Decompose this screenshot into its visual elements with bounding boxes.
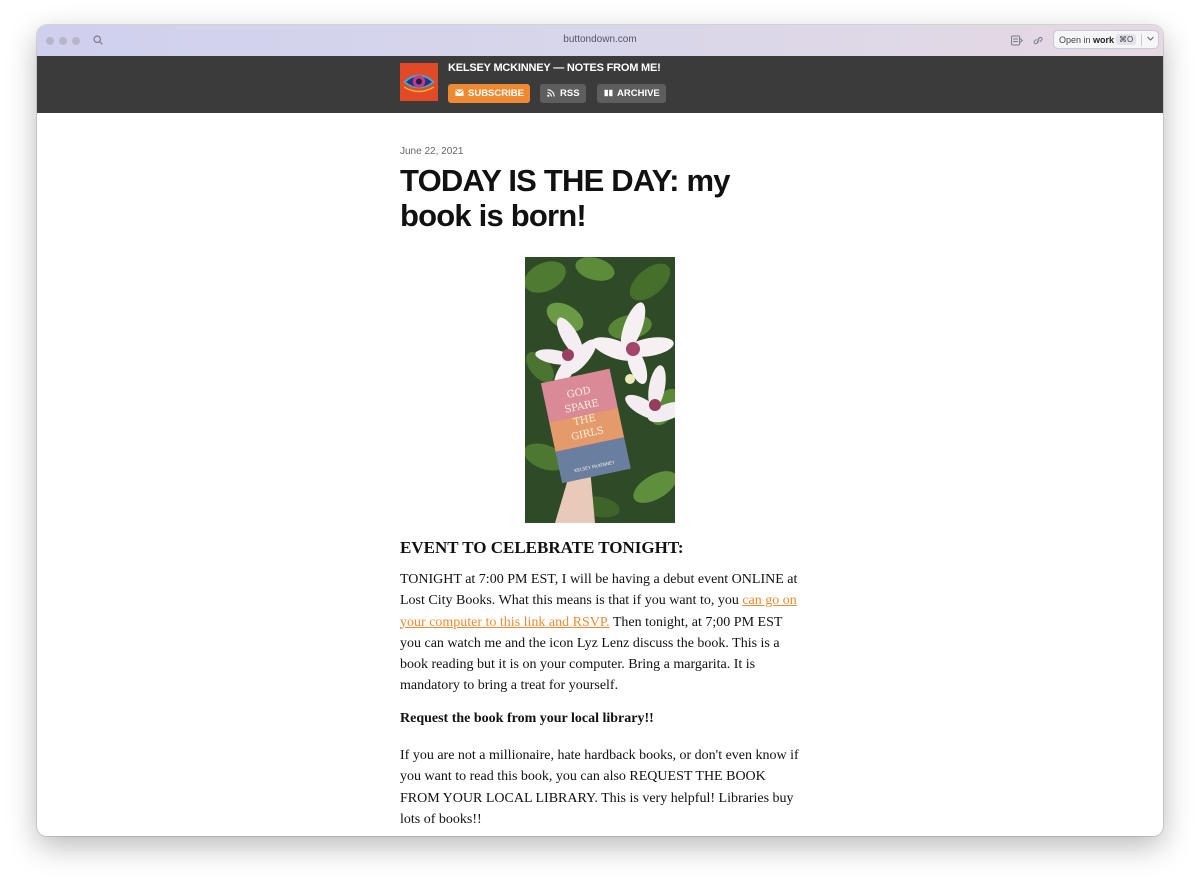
- browser-toolbar: buttondown.com Open in work ⌘O: [37, 25, 1163, 57]
- event-paragraph: TONIGHT at 7:00 PM EST, I will be having…: [400, 572, 798, 694]
- address-bar[interactable]: buttondown.com: [37, 34, 1163, 45]
- event-heading: EVENT TO CELEBRATE TONIGHT:: [400, 538, 684, 557]
- subscribe-label: SUBSCRIBE: [468, 88, 524, 99]
- site-title[interactable]: KELSEY MCKINNEY — NOTES FROM ME!: [448, 62, 661, 74]
- archive-button[interactable]: ARCHIVE: [597, 84, 666, 103]
- open-in-workspace-button[interactable]: Open in work ⌘O: [1053, 30, 1159, 49]
- copy-link-icon[interactable]: [1032, 35, 1044, 46]
- archive-label: ARCHIVE: [617, 88, 660, 99]
- rss-icon: [547, 89, 555, 97]
- post-title: TODAY IS THE DAY: my book is born!: [400, 163, 731, 233]
- book-icon: [604, 89, 613, 97]
- post-date: June 22, 2021: [400, 146, 464, 157]
- site-logo-eye[interactable]: [400, 63, 438, 101]
- reader-mode-icon[interactable]: [1011, 35, 1023, 46]
- browser-window: buttondown.com Open in work ⌘O KELSEY MC…: [37, 25, 1163, 836]
- rss-button[interactable]: RSS: [540, 84, 586, 103]
- library-paragraph: If you are not a millionaire, hate hardb…: [400, 748, 799, 827]
- book-photo: GOD SPARE THE GIRLS KELSEY McKINNEY: [525, 257, 675, 523]
- envelope-icon: [455, 89, 464, 96]
- shortcut-badge: ⌘O: [1116, 34, 1137, 45]
- site-header: KELSEY MCKINNEY — NOTES FROM ME! SUBSCRI…: [37, 56, 1163, 113]
- rss-label: RSS: [560, 88, 580, 99]
- subscribe-button[interactable]: SUBSCRIBE: [448, 84, 530, 103]
- library-heading: Request the book from your local library…: [400, 711, 654, 726]
- chevron-down-icon[interactable]: [1146, 34, 1155, 43]
